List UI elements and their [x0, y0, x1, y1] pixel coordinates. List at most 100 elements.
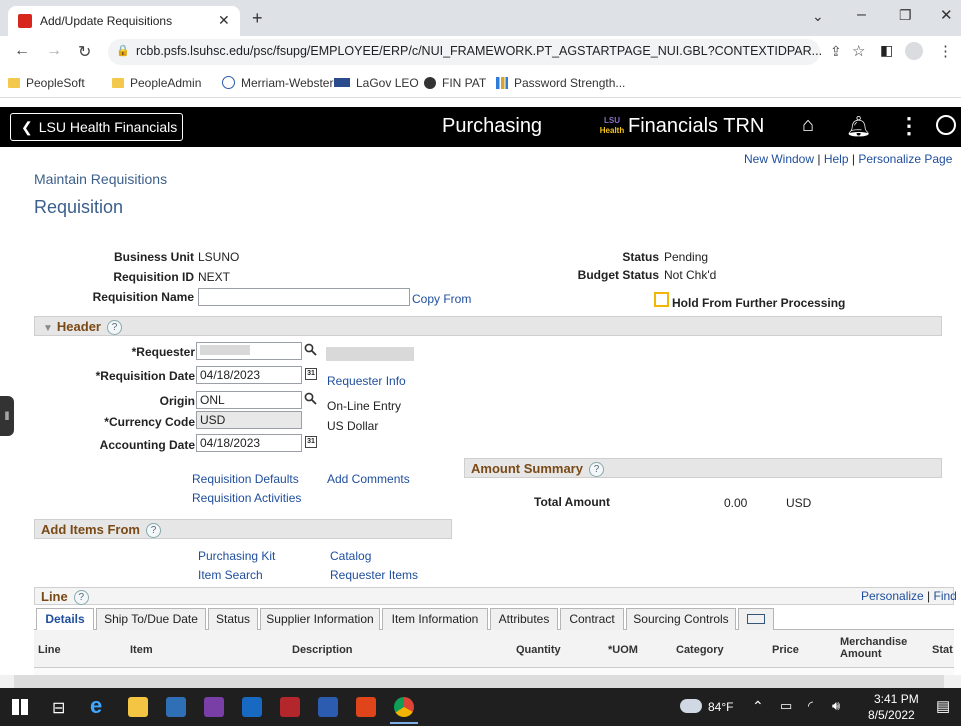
currency-description: US Dollar — [327, 419, 379, 433]
address-bar-row: ← → ↻ 🔒 rcbb.psfs.lsuhsc.edu/psc/fsupg/E… — [0, 36, 961, 68]
help-icon[interactable]: ? — [588, 462, 604, 477]
tab-attributes[interactable]: Attributes — [490, 608, 558, 630]
requisition-name-input[interactable] — [198, 288, 410, 306]
budget-status-label: Budget Status — [577, 268, 659, 282]
currency-code-input[interactable]: USD — [196, 411, 302, 429]
col-description: Description — [292, 644, 353, 656]
purchasing-kit-link[interactable]: Purchasing Kit — [198, 549, 275, 563]
calendar-icon[interactable]: 31 — [305, 368, 317, 380]
reload-icon[interactable]: ↻ — [78, 42, 91, 62]
tab-status[interactable]: Status — [208, 608, 258, 630]
back-arrow-icon[interactable]: ← — [14, 42, 30, 60]
tab-item-information[interactable]: Item Information — [382, 608, 488, 630]
bookmark-lagov-leo[interactable]: LaGov LEO — [334, 76, 419, 90]
wifi-icon[interactable]: ◜ — [808, 698, 813, 714]
lookup-icon[interactable] — [304, 392, 317, 405]
bookmark-peopleadmin[interactable]: PeopleAdmin — [112, 76, 201, 90]
network-icon[interactable]: ▭ — [780, 698, 792, 714]
forward-arrow-icon[interactable]: → — [46, 42, 62, 60]
tab-sourcing-controls[interactable]: Sourcing Controls — [626, 608, 736, 630]
taskbar: ⊟ e 84°F ⌃ ▭ ◜ 🔊︎ 3:41 PM 8/5/2022 ▤ — [0, 688, 961, 726]
requisition-defaults-link[interactable]: Requisition Defaults — [192, 472, 299, 486]
folder-icon — [112, 78, 124, 88]
share-icon[interactable]: ⇪ — [830, 43, 842, 60]
profile-icon[interactable] — [905, 42, 923, 60]
copy-from-link[interactable]: Copy From — [412, 292, 471, 306]
requester-info-link[interactable]: Requester Info — [327, 374, 406, 388]
help-link[interactable]: Help — [824, 152, 849, 166]
help-icon[interactable]: ? — [145, 523, 161, 538]
accounting-date-input[interactable]: 04/18/2023 — [196, 434, 302, 452]
mw-icon — [222, 76, 235, 89]
notification-bell-icon[interactable]: 🔔︎ — [846, 114, 871, 139]
volume-icon[interactable]: 🔊︎ — [832, 698, 840, 714]
show-all-columns-icon[interactable] — [738, 608, 774, 630]
chrome-icon[interactable] — [394, 697, 414, 717]
clock-date[interactable]: 8/5/2022 — [868, 708, 915, 722]
side-panel-toggle-icon[interactable]: ‖ — [0, 396, 14, 436]
header-section-bar[interactable]: ▼ Header? — [34, 316, 942, 336]
media-icon[interactable] — [166, 697, 186, 717]
file-explorer-icon[interactable] — [128, 697, 148, 717]
tray-chevron-icon[interactable]: ⌃ — [752, 698, 764, 715]
calendar-icon[interactable]: 31 — [305, 436, 317, 448]
windows-start-icon[interactable] — [12, 699, 28, 715]
bookmark-peoplesoft[interactable]: PeopleSoft — [8, 76, 85, 90]
task-view-icon[interactable]: ⊟ — [52, 698, 65, 718]
tab-supplier-information[interactable]: Supplier Information — [260, 608, 380, 630]
item-search-link[interactable]: Item Search — [198, 568, 263, 582]
scrollbar-thumb[interactable] — [14, 675, 944, 688]
tab-details[interactable]: Details — [36, 608, 94, 630]
requisition-activities-link[interactable]: Requisition Activities — [192, 491, 301, 505]
close-window-icon[interactable]: ✕ — [940, 6, 953, 24]
breadcrumb[interactable]: Maintain Requisitions — [34, 171, 167, 187]
requester-items-link[interactable]: Requester Items — [330, 568, 418, 582]
tab-contract[interactable]: Contract — [560, 608, 624, 630]
origin-input[interactable]: ONL — [196, 391, 302, 409]
help-icon[interactable]: ? — [106, 320, 122, 335]
onenote-icon[interactable] — [204, 697, 224, 717]
url-input[interactable]: 🔒 rcbb.psfs.lsuhsc.edu/psc/fsupg/EMPLOYE… — [108, 39, 822, 65]
clock-time[interactable]: 3:41 PM — [874, 692, 919, 706]
internet-explorer-icon[interactable]: e — [90, 693, 110, 718]
home-icon[interactable]: ⌂ — [802, 114, 814, 137]
navbar-icon[interactable] — [936, 115, 956, 135]
back-button[interactable]: ❮ LSU Health Financials — [10, 113, 183, 141]
collapse-triangle-icon[interactable]: ▼ — [43, 323, 53, 334]
bookmark-merriam-webster[interactable]: Merriam-Webster — [222, 76, 333, 90]
bookmark-password-strength[interactable]: Password Strength... — [496, 76, 625, 90]
browser-tab[interactable]: Add/Update Requisitions ✕ — [8, 6, 240, 36]
new-window-link[interactable]: New Window — [744, 152, 814, 166]
restore-icon[interactable]: ❐ — [899, 7, 912, 24]
office-icon[interactable] — [356, 697, 376, 717]
actions-menu-icon[interactable]: ⋮ — [898, 113, 920, 139]
bookmark-star-icon[interactable]: ☆ — [852, 42, 865, 60]
budget-status-value: Not Chk'd — [664, 268, 717, 282]
add-comments-link[interactable]: Add Comments — [327, 472, 410, 486]
new-tab-icon[interactable]: + — [252, 8, 263, 29]
hold-checkbox[interactable] — [654, 292, 669, 307]
tab-search-icon[interactable]: ⌄ — [812, 8, 824, 25]
close-tab-icon[interactable]: ✕ — [218, 12, 230, 29]
kebab-menu-icon[interactable]: ⋮ — [938, 42, 953, 60]
horizontal-scrollbar[interactable] — [0, 675, 961, 688]
access-icon[interactable] — [280, 697, 300, 717]
top-links: New Window | Help | Personalize Page — [744, 152, 953, 166]
bookmark-fin-pat[interactable]: FIN PAT — [424, 76, 486, 90]
sidepanel-icon[interactable]: ◧ — [880, 42, 893, 59]
personalize-grid-link[interactable]: Personalize — [861, 589, 924, 603]
catalog-link[interactable]: Catalog — [330, 549, 371, 563]
requester-input[interactable] — [196, 342, 302, 360]
minimize-icon[interactable]: – — [857, 6, 866, 24]
temperature[interactable]: 84°F — [708, 700, 733, 714]
outlook-icon[interactable] — [242, 697, 262, 717]
word-icon[interactable] — [318, 697, 338, 717]
notifications-icon[interactable]: ▤ — [936, 697, 950, 715]
personalize-page-link[interactable]: Personalize Page — [858, 152, 952, 166]
tab-ship-to-due-date[interactable]: Ship To/Due Date — [96, 608, 206, 630]
lookup-icon[interactable] — [304, 343, 317, 356]
requisition-date-input[interactable]: 04/18/2023 — [196, 366, 302, 384]
redacted-value — [200, 345, 250, 355]
help-icon[interactable]: ? — [73, 590, 89, 605]
find-link[interactable]: Find — [934, 589, 957, 603]
